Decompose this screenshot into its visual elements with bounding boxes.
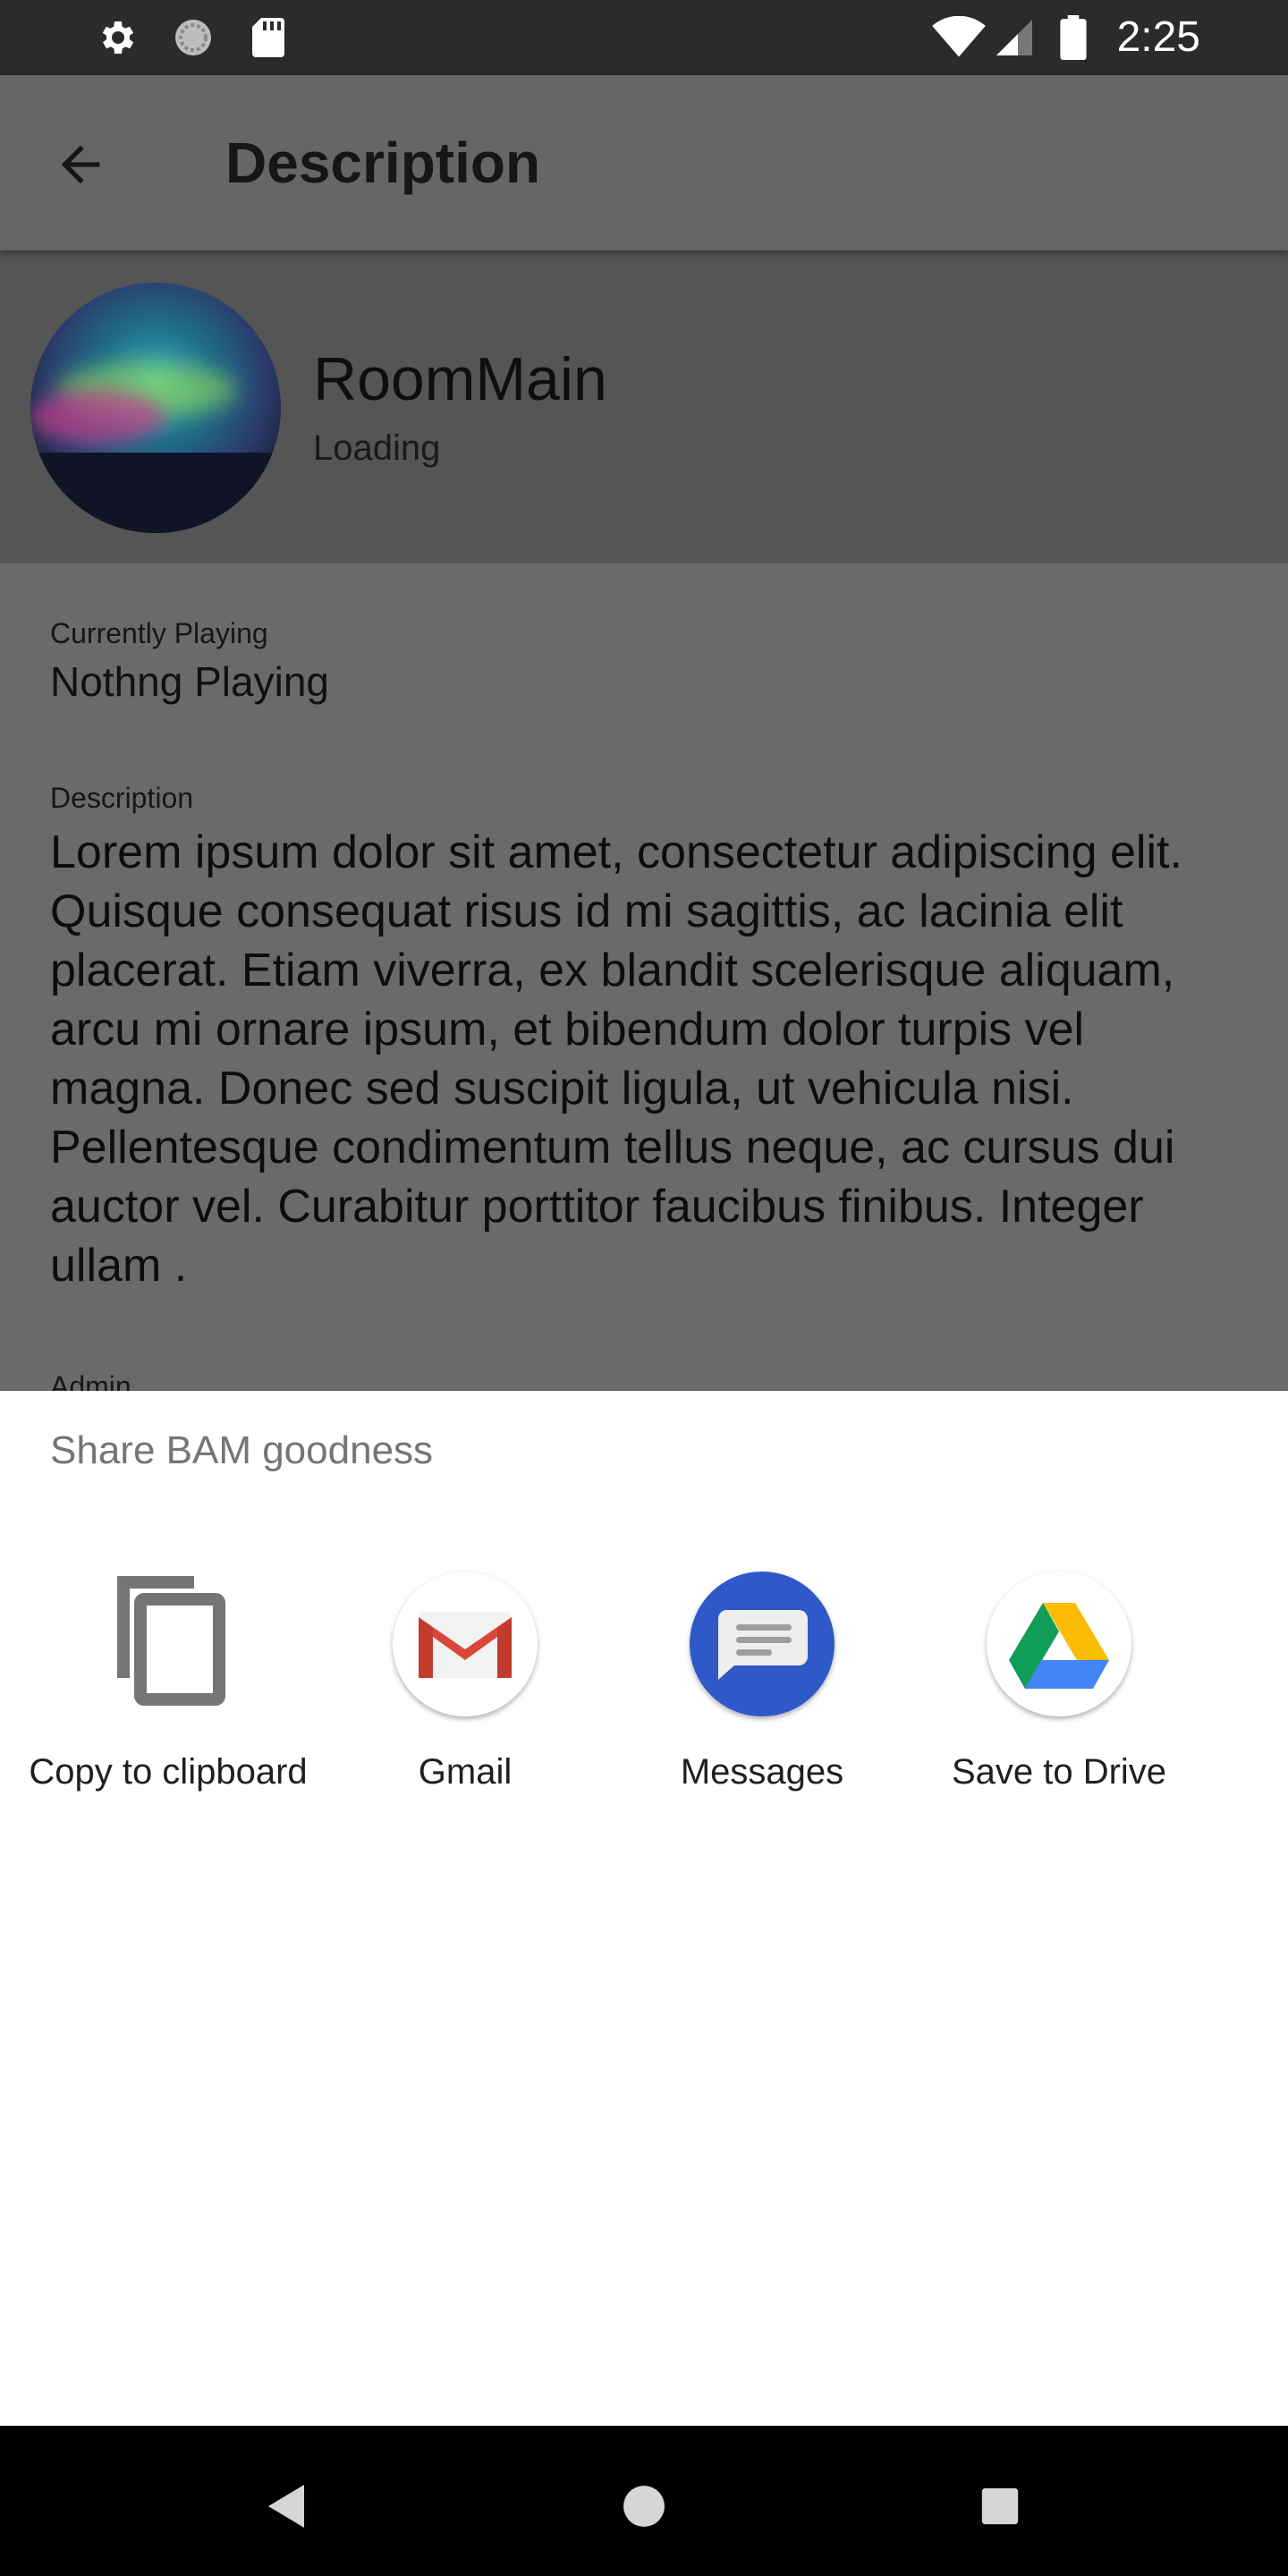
room-avatar[interactable] — [30, 283, 281, 533]
arrow-back-icon — [61, 145, 100, 184]
back-triangle-icon — [268, 2485, 304, 2528]
messages-icon — [690, 1572, 835, 1716]
nav-bar — [0, 2426, 1288, 2576]
description-label: Description — [50, 782, 194, 814]
share-target-messages[interactable]: Messages — [614, 1572, 911, 1858]
share-target-label: Copy to clipboard — [29, 1752, 308, 1792]
signal-icon — [993, 16, 1036, 59]
status-bar: 2:25 — [0, 0, 1288, 75]
room-name: RoomMain — [313, 345, 607, 413]
description-text: Lorem ipsum dolor sit amet, consectetur … — [50, 826, 1182, 1292]
share-sheet-title: Share BAM goodness — [50, 1428, 434, 1472]
drive-icon — [987, 1572, 1131, 1716]
battery-icon — [1055, 15, 1091, 60]
sd-card-icon — [247, 16, 290, 59]
details-section: Currently Playing Nothng Playing Descrip… — [0, 564, 1288, 1391]
nav-recents-button[interactable] — [955, 2462, 1045, 2551]
admin-label: Admin — [50, 1370, 131, 1391]
back-button[interactable] — [36, 120, 125, 209]
room-header: RoomMain Loading — [0, 250, 1288, 564]
share-target-gmail[interactable]: Gmail — [317, 1572, 614, 1858]
app-bar: Description — [0, 75, 1288, 250]
share-sheet: Share BAM goodness Copy to clipboard Gma… — [0, 1391, 1288, 2426]
nav-home-button[interactable] — [599, 2462, 689, 2551]
share-target-label: Save to Drive — [951, 1752, 1167, 1792]
copy-icon — [96, 1572, 241, 1716]
home-circle-icon — [623, 2486, 665, 2527]
wifi-icon — [930, 16, 987, 59]
page-title: Description — [225, 131, 541, 195]
room-status: Loading — [313, 428, 441, 468]
nav-back-button[interactable] — [242, 2462, 331, 2551]
recents-square-icon — [981, 2487, 1019, 2525]
share-target-label: Messages — [680, 1752, 844, 1792]
share-target-label: Gmail — [418, 1752, 513, 1792]
sync-icon — [172, 16, 215, 59]
currently-playing-label: Currently Playing — [50, 617, 268, 649]
gear-icon — [97, 16, 140, 59]
currently-playing-value: Nothng Playing — [50, 658, 329, 705]
gmail-icon — [393, 1572, 538, 1716]
share-target-drive[interactable]: Save to Drive — [911, 1572, 1208, 1858]
status-time: 2:25 — [1116, 13, 1200, 61]
share-target-copy[interactable]: Copy to clipboard — [20, 1572, 317, 1858]
